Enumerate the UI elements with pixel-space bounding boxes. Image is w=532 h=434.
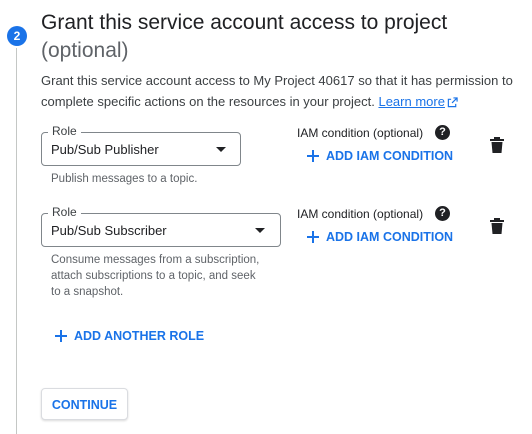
role-select-subscriber[interactable]: Role Pub/Sub Subscriber xyxy=(41,205,281,247)
learn-more-link[interactable]: Learn more xyxy=(378,94,458,109)
role-select-publisher[interactable]: Role Pub/Sub Publisher xyxy=(41,124,241,166)
add-iam-condition-label: ADD IAM CONDITION xyxy=(326,149,454,163)
step-number-badge: 2 xyxy=(7,26,27,46)
role-selected-value: Pub/Sub Publisher xyxy=(51,142,159,157)
dropdown-arrow-icon xyxy=(216,147,226,152)
plus-icon xyxy=(55,330,67,342)
role-hint-subscriber: Consume messages from a subscription, at… xyxy=(51,254,260,298)
trash-icon[interactable] xyxy=(489,217,505,235)
add-iam-condition-label: ADD IAM CONDITION xyxy=(326,230,454,244)
plus-icon xyxy=(307,150,319,162)
role-field-label: Role xyxy=(48,205,81,219)
iam-condition-label: IAM condition (optional) xyxy=(297,207,424,221)
trash-icon[interactable] xyxy=(489,136,505,154)
role-selected-value: Pub/Sub Subscriber xyxy=(51,223,167,238)
continue-button[interactable]: CONTINUE xyxy=(41,388,128,420)
dropdown-arrow-icon xyxy=(255,228,265,233)
add-another-role-button[interactable]: ADD ANOTHER ROLE xyxy=(54,327,204,345)
role-hint-publisher: Publish messages to a topic. xyxy=(51,173,198,185)
help-icon[interactable]: ? xyxy=(435,206,450,221)
add-iam-condition-button[interactable]: ADD IAM CONDITION xyxy=(306,147,453,165)
step-title: Grant this service account access to pro… xyxy=(41,9,521,65)
step-title-optional: (optional) xyxy=(41,39,129,62)
add-iam-condition-button[interactable]: ADD IAM CONDITION xyxy=(306,228,453,246)
help-icon[interactable]: ? xyxy=(435,125,450,140)
role-field-label: Role xyxy=(48,124,81,138)
add-another-role-label: ADD ANOTHER ROLE xyxy=(74,329,205,343)
step-description: Grant this service account access to My … xyxy=(41,70,526,112)
step-connector-line xyxy=(16,48,17,434)
step-title-text: Grant this service account access to pro… xyxy=(41,11,448,34)
iam-condition-label: IAM condition (optional) xyxy=(297,126,424,140)
learn-more-label: Learn more xyxy=(378,94,445,109)
plus-icon xyxy=(307,231,319,243)
external-link-icon xyxy=(447,97,458,108)
